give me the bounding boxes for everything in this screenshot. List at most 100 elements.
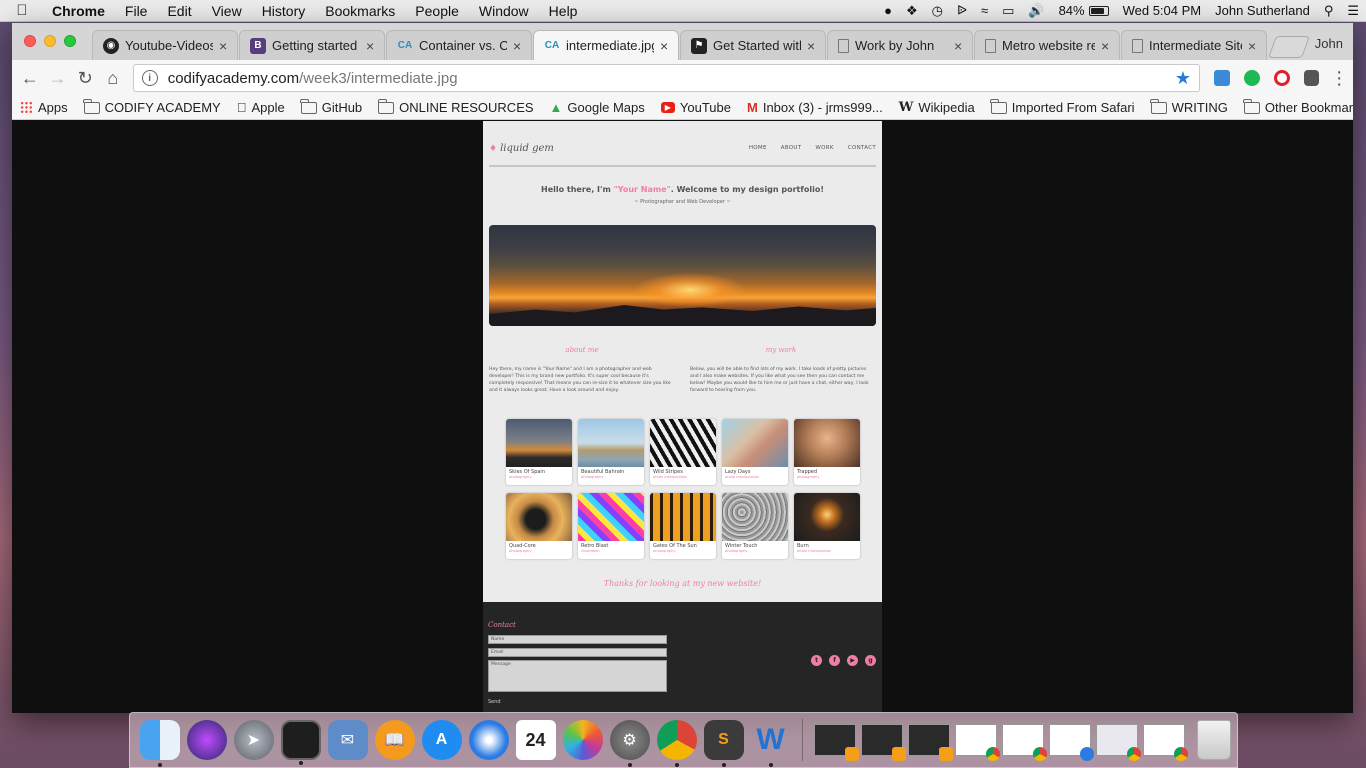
tab-get-started[interactable]: ⚑ Get Started with × — [680, 30, 826, 60]
home-icon[interactable]: ⌂ — [99, 68, 127, 89]
system-preferences-icon[interactable]: ⚙ — [609, 720, 650, 767]
minimized-window-thumbnail[interactable] — [860, 724, 906, 761]
other-bookmarks[interactable]: Other Bookmarks — [1236, 98, 1353, 115]
calendar-icon[interactable]: 24 — [515, 720, 556, 760]
nav-contact: CONTACT — [847, 145, 876, 151]
sublime-mini-icon — [891, 747, 906, 761]
battery-status[interactable]: 84% — [1052, 3, 1116, 18]
tab-intermediate-site[interactable]: Intermediate Site × — [1121, 30, 1267, 60]
notification-center-icon[interactable]: ☰ — [1340, 3, 1366, 19]
menu-history[interactable]: History — [252, 3, 316, 19]
wifi-icon[interactable]: ≈ — [974, 3, 995, 18]
bookmark-writing[interactable]: WRITING — [1143, 98, 1236, 115]
close-tab-icon[interactable]: × — [1101, 38, 1111, 54]
photos-icon[interactable] — [562, 720, 603, 760]
minimized-window-thumbnail[interactable] — [1142, 724, 1188, 761]
profile-button[interactable]: John — [1315, 36, 1343, 51]
webstorm-icon[interactable]: W — [751, 720, 791, 767]
minimized-window-thumbnail[interactable] — [813, 724, 859, 761]
launchpad-icon[interactable]: ➤ — [233, 720, 274, 760]
google-plus-icon: g — [865, 655, 876, 666]
bookmark-apple[interactable]: Apple — [229, 100, 293, 115]
finder-icon[interactable] — [139, 720, 180, 767]
minimized-window-thumbnail[interactable] — [954, 724, 1000, 761]
chrome-icon[interactable] — [656, 720, 697, 767]
menu-view[interactable]: View — [202, 3, 252, 19]
siri-icon[interactable] — [186, 720, 227, 760]
tab-intermediate-jpg[interactable]: CA intermediate.jpg × — [533, 30, 679, 60]
menu-people[interactable]: People — [405, 3, 469, 19]
drop-icon[interactable]: ● — [877, 3, 899, 18]
bookmark-codify-academy[interactable]: CODIFY ACADEMY — [76, 98, 229, 115]
minimize-window-button[interactable] — [44, 35, 56, 47]
minimized-window-thumbnail[interactable] — [907, 724, 953, 761]
close-tab-icon[interactable]: × — [660, 38, 670, 54]
menu-file[interactable]: File — [115, 3, 158, 19]
tab-youtube-videos[interactable]: ◉ Youtube-Videos × — [92, 30, 238, 60]
dropbox-icon[interactable]: ❖ — [899, 3, 925, 19]
app-store-icon[interactable]: A — [421, 720, 462, 760]
bookmark-google-maps[interactable]: ▲ Google Maps — [542, 100, 653, 115]
close-tab-icon[interactable]: × — [954, 38, 964, 54]
bookmark-imported-from-safari[interactable]: Imported From Safari — [983, 98, 1143, 115]
bookmark-wikipedia[interactable]: W Wikipedia — [891, 100, 983, 115]
bookmark-apps[interactable]: Apps — [12, 100, 76, 115]
menu-bookmarks[interactable]: Bookmarks — [315, 3, 405, 19]
close-tab-icon[interactable]: × — [219, 38, 229, 54]
reload-icon[interactable]: ↻ — [71, 68, 99, 89]
tab-container-vs[interactable]: CA Container vs. Co × — [386, 30, 532, 60]
mail-icon[interactable]: ✉ — [327, 720, 368, 760]
ibooks-icon[interactable]: 📖 — [374, 720, 415, 760]
minimized-window-thumbnail[interactable] — [1001, 724, 1047, 761]
close-tab-icon[interactable]: × — [366, 38, 376, 54]
menu-window[interactable]: Window — [469, 3, 539, 19]
time-machine-icon[interactable]: ◷ — [925, 3, 950, 19]
bookmark-gmail-inbox[interactable]: M Inbox (3) - jrms999... — [739, 100, 891, 115]
bookmark-online-resources[interactable]: ONLINE RESOURCES — [370, 98, 541, 115]
nav-about: ABOUT — [780, 145, 802, 151]
apple-menu-icon[interactable]:  — [0, 2, 44, 19]
extension-screenshot-icon[interactable] — [1214, 70, 1230, 86]
user-name[interactable]: John Sutherland — [1208, 3, 1317, 18]
close-tab-icon[interactable]: × — [1248, 38, 1258, 54]
app-menu[interactable]: Chrome — [44, 3, 115, 19]
bookmark-star-icon[interactable]: ★ — [1175, 68, 1191, 89]
tab-title: Container vs. Co — [419, 38, 507, 53]
minimized-window-thumbnail[interactable] — [1095, 724, 1141, 761]
forward-icon[interactable]: → — [44, 68, 72, 89]
close-tab-icon[interactable]: × — [513, 38, 523, 54]
spotlight-search-icon[interactable]: ⚲ — [1317, 3, 1341, 19]
bluetooth-icon[interactable]: ᐉ — [950, 3, 974, 19]
gmail-icon: M — [737, 100, 758, 115]
gallery-card: Gates Of The Sun photography — [650, 493, 716, 559]
airplay-icon[interactable]: ▭ — [995, 3, 1021, 19]
sublime-text-icon[interactable]: S — [703, 720, 744, 767]
safari-icon[interactable] — [468, 720, 509, 760]
chrome-menu-icon[interactable]: ⋮ — [1325, 68, 1353, 89]
address-bar[interactable]: i codifyacademy.com/week3/intermediate.j… — [132, 64, 1201, 92]
tab-getting-started[interactable]: B Getting started × — [239, 30, 385, 60]
apple-icon:  — [237, 100, 247, 115]
back-icon[interactable]: ← — [16, 68, 44, 89]
menu-edit[interactable]: Edit — [157, 3, 201, 19]
minimized-window-thumbnail[interactable] — [1048, 724, 1094, 761]
tab-work-by-john[interactable]: Work by John × — [827, 30, 973, 60]
portfolio-image[interactable]: ♦ liquid gem HOME ABOUT WORK CONTACT Hel… — [483, 121, 882, 713]
bookmark-github[interactable]: GitHub — [293, 98, 370, 115]
trash-icon[interactable] — [1197, 720, 1231, 760]
bookmark-youtube[interactable]: ▶ YouTube — [653, 100, 739, 115]
close-window-button[interactable] — [24, 35, 36, 47]
menu-help[interactable]: Help — [539, 3, 588, 19]
card-category: photo manipulation — [725, 475, 760, 479]
close-tab-icon[interactable]: × — [807, 38, 817, 54]
extension-opera-icon[interactable] — [1273, 70, 1290, 86]
clock[interactable]: Wed 5:04 PM — [1116, 3, 1209, 18]
new-tab-button[interactable] — [1267, 36, 1311, 58]
activity-monitor-icon[interactable] — [280, 720, 321, 765]
zoom-window-button[interactable] — [64, 35, 76, 47]
extension-grammarly-icon[interactable] — [1243, 70, 1260, 86]
site-info-icon[interactable]: i — [141, 70, 158, 86]
tab-metro-website[interactable]: Metro website re × — [974, 30, 1120, 60]
extension-evernote-icon[interactable] — [1303, 70, 1320, 86]
volume-icon[interactable]: 🔊 — [1021, 3, 1051, 19]
